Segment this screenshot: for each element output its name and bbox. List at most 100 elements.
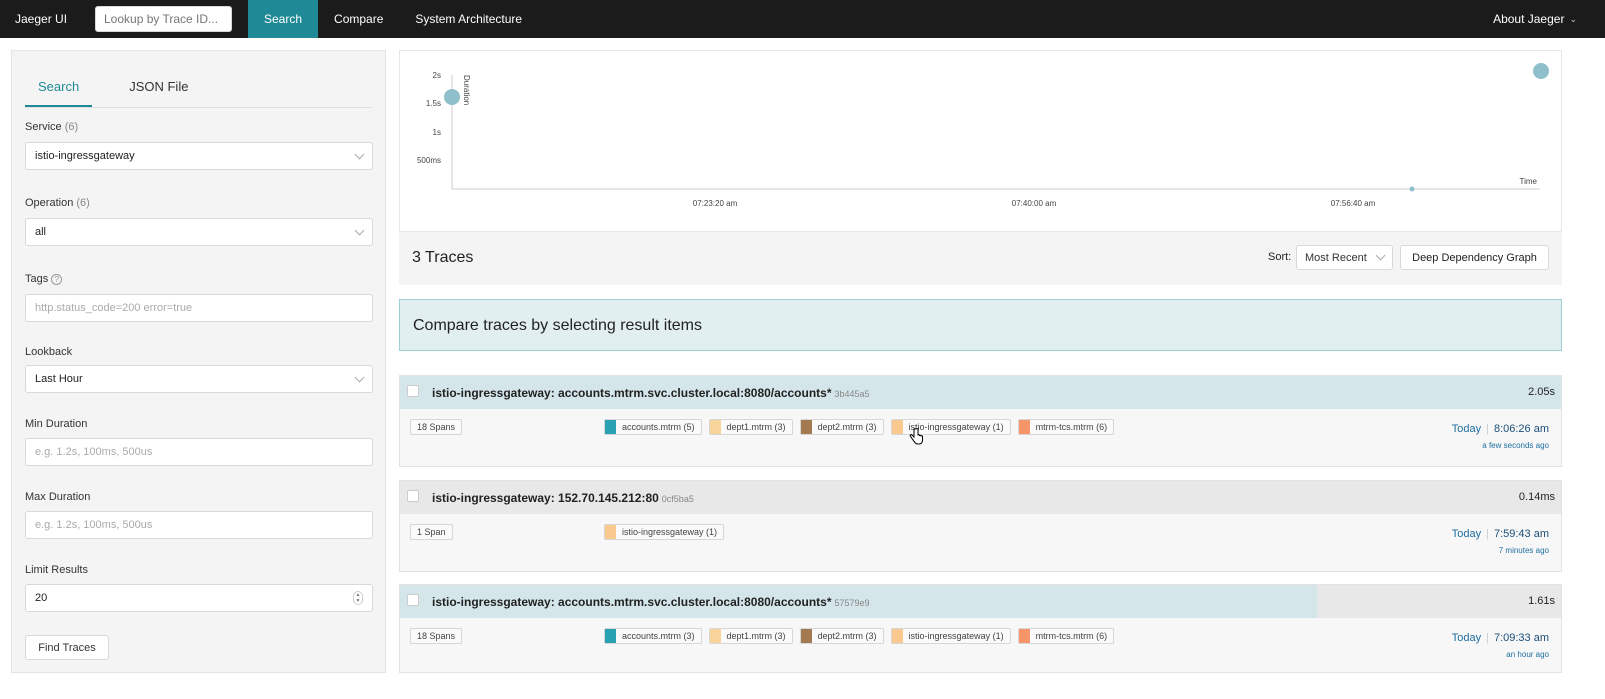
trace-duration: 0.14ms bbox=[1518, 491, 1555, 503]
trace-point[interactable] bbox=[444, 89, 460, 105]
sort-label: Sort: bbox=[1268, 251, 1292, 263]
chevron-down-icon bbox=[354, 225, 365, 235]
max-duration-label: Max Duration bbox=[25, 491, 91, 503]
sort-value: Most Recent bbox=[1305, 251, 1367, 264]
trace-select-checkbox[interactable] bbox=[407, 490, 419, 502]
limit-results-value: 20 bbox=[35, 592, 48, 604]
sort-select[interactable]: Most Recent bbox=[1296, 245, 1393, 270]
service-tag: mtrm-tcs.mtrm (6) bbox=[1017, 419, 1115, 435]
trace-timestamp: Today | 7:59:43 am 7 minutes ago bbox=[1451, 528, 1549, 555]
trace-item[interactable]: istio-ingressgateway: accounts.mtrm.svc.… bbox=[399, 584, 1562, 673]
tab-divider bbox=[25, 107, 372, 108]
service-tag: accounts.mtrm (3) bbox=[604, 628, 702, 644]
tags-label: Tags? bbox=[25, 273, 63, 285]
service-select[interactable]: istio-ingressgateway bbox=[25, 142, 373, 170]
trace-scatter-chart: 2s 1.5s 1s 500ms Duration Time 07:23:20 … bbox=[399, 50, 1562, 232]
trace-select-checkbox[interactable] bbox=[407, 594, 419, 606]
operation-label: Operation (6) bbox=[25, 197, 90, 209]
max-duration-input[interactable]: e.g. 1.2s, 100ms, 500us bbox=[25, 511, 373, 539]
nav-system-architecture[interactable]: System Architecture bbox=[399, 0, 538, 38]
lookback-label: Lookback bbox=[25, 346, 73, 358]
search-tabs: Search JSON File bbox=[25, 71, 201, 107]
trace-item-body: 1 Span istio-ingressgateway (1) Today | 7:… bbox=[400, 514, 1561, 571]
service-tag: dept1.mtrm (3) bbox=[708, 419, 793, 435]
min-duration-label: Min Duration bbox=[25, 418, 88, 430]
service-tag: dept2.mtrm (3) bbox=[799, 419, 884, 435]
chevron-down-icon: ⌄ bbox=[1569, 13, 1577, 24]
span-count-tag: 1 Span bbox=[410, 524, 453, 540]
y-tick-label: 2s bbox=[433, 71, 441, 80]
hand-cursor-icon bbox=[909, 428, 923, 445]
trace-timestamp: Today | 8:06:26 am a few seconds ago bbox=[1451, 423, 1549, 450]
search-form-panel: Search JSON File Service (6) istio-ingre… bbox=[11, 50, 386, 673]
service-tags: accounts.mtrm (3) dept1.mtrm (3) dept2.m… bbox=[604, 628, 1121, 644]
trace-item[interactable]: istio-ingressgateway: accounts.mtrm.svc.… bbox=[399, 375, 1562, 467]
service-tag: mtrm-tcs.mtrm (6) bbox=[1017, 628, 1115, 644]
span-count-tag: 18 Spans bbox=[410, 419, 463, 435]
trace-item-header[interactable]: istio-ingressgateway: 152.70.145.212:80 0… bbox=[400, 481, 1561, 514]
x-axis-label: Time bbox=[1520, 177, 1538, 186]
tab-search[interactable]: Search bbox=[25, 71, 93, 107]
x-tick-label: 07:40:00 am bbox=[1012, 199, 1057, 208]
x-tick-label: 07:23:20 am bbox=[693, 199, 738, 208]
max-duration-placeholder: e.g. 1.2s, 100ms, 500us bbox=[35, 519, 153, 531]
scatter-plot: 2s 1.5s 1s 500ms Duration Time 07:23:20 … bbox=[417, 63, 1549, 208]
trace-duration: 2.05s bbox=[1528, 386, 1555, 398]
trace-select-checkbox[interactable] bbox=[407, 385, 419, 397]
service-tag: istio-ingressgateway (1) bbox=[890, 628, 1011, 644]
deep-dependency-graph-button[interactable]: Deep Dependency Graph bbox=[1400, 245, 1549, 270]
chevron-down-icon bbox=[354, 149, 365, 159]
results-header: 3 Traces Sort: Most Recent Deep Dependen… bbox=[399, 232, 1562, 285]
trace-item-body: 18 Spans accounts.mtrm (3) dept1.mtrm (3… bbox=[400, 618, 1561, 672]
trace-point[interactable] bbox=[1533, 63, 1549, 79]
tags-input[interactable]: http.status_code=200 error=true bbox=[25, 294, 373, 322]
service-label: Service (6) bbox=[25, 121, 79, 133]
y-tick-label: 500ms bbox=[417, 156, 441, 165]
brand-logo[interactable]: Jaeger UI bbox=[0, 12, 95, 26]
about-label: About Jaeger bbox=[1493, 12, 1565, 26]
trace-title[interactable]: istio-ingressgateway: 152.70.145.212:80 0… bbox=[432, 491, 694, 505]
lookback-select[interactable]: Last Hour bbox=[25, 365, 373, 393]
y-tick-label: 1.5s bbox=[426, 99, 441, 108]
trace-timestamp: Today | 7:09:33 am an hour ago bbox=[1451, 632, 1549, 659]
top-nav: Jaeger UI Search Compare System Architec… bbox=[0, 0, 1605, 38]
y-axis-label: Duration bbox=[462, 75, 471, 105]
span-count-tag: 18 Spans bbox=[410, 628, 463, 644]
nav-search[interactable]: Search bbox=[248, 0, 319, 38]
trace-duration: 1.61s bbox=[1528, 595, 1555, 607]
find-traces-button[interactable]: Find Traces bbox=[25, 635, 109, 660]
service-tags: accounts.mtrm (5) dept1.mtrm (3) dept2.m… bbox=[604, 419, 1121, 435]
trace-id: 0cf5ba5 bbox=[661, 494, 694, 504]
trace-title[interactable]: istio-ingressgateway: accounts.mtrm.svc.… bbox=[432, 386, 870, 400]
trace-title[interactable]: istio-ingressgateway: accounts.mtrm.svc.… bbox=[432, 595, 870, 609]
service-tag: istio-ingressgateway (1) bbox=[604, 524, 725, 540]
limit-results-input[interactable]: 20 ▲ ▼ bbox=[25, 584, 373, 612]
trace-item-header[interactable]: istio-ingressgateway: accounts.mtrm.svc.… bbox=[400, 585, 1561, 618]
trace-point[interactable] bbox=[1409, 186, 1415, 192]
about-menu[interactable]: About Jaeger ⌄ bbox=[1493, 0, 1577, 38]
nav-compare[interactable]: Compare bbox=[318, 0, 399, 38]
number-stepper-icon[interactable]: ▲ ▼ bbox=[353, 591, 363, 605]
trace-count: 3 Traces bbox=[412, 249, 474, 266]
x-tick-label: 07:56:40 am bbox=[1331, 199, 1376, 208]
trace-id-lookup-input[interactable] bbox=[95, 6, 232, 32]
trace-item[interactable]: istio-ingressgateway: 152.70.145.212:80 0… bbox=[399, 480, 1562, 572]
min-duration-placeholder: e.g. 1.2s, 100ms, 500us bbox=[35, 446, 153, 458]
trace-id: 57579e9 bbox=[834, 598, 870, 608]
service-tag: dept1.mtrm (3) bbox=[708, 628, 793, 644]
compare-banner: Compare traces by selecting result items bbox=[399, 299, 1562, 351]
service-tags: istio-ingressgateway (1) bbox=[604, 524, 731, 540]
trace-item-header[interactable]: istio-ingressgateway: accounts.mtrm.svc.… bbox=[400, 376, 1561, 409]
trace-id: 3b445a5 bbox=[834, 389, 870, 399]
service-tag: accounts.mtrm (5) bbox=[604, 419, 702, 435]
tab-json-file[interactable]: JSON File bbox=[116, 71, 201, 107]
min-duration-input[interactable]: e.g. 1.2s, 100ms, 500us bbox=[25, 438, 373, 466]
help-icon[interactable]: ? bbox=[51, 274, 63, 285]
service-value: istio-ingressgateway bbox=[35, 150, 135, 162]
operation-select[interactable]: all bbox=[25, 218, 373, 246]
tags-placeholder: http.status_code=200 error=true bbox=[35, 302, 193, 314]
lookback-value: Last Hour bbox=[35, 373, 83, 385]
limit-results-label: Limit Results bbox=[25, 564, 88, 576]
trace-item-body: 18 Spans accounts.mtrm (5) dept1.mtrm (3… bbox=[400, 409, 1561, 466]
chevron-down-icon bbox=[354, 372, 365, 382]
